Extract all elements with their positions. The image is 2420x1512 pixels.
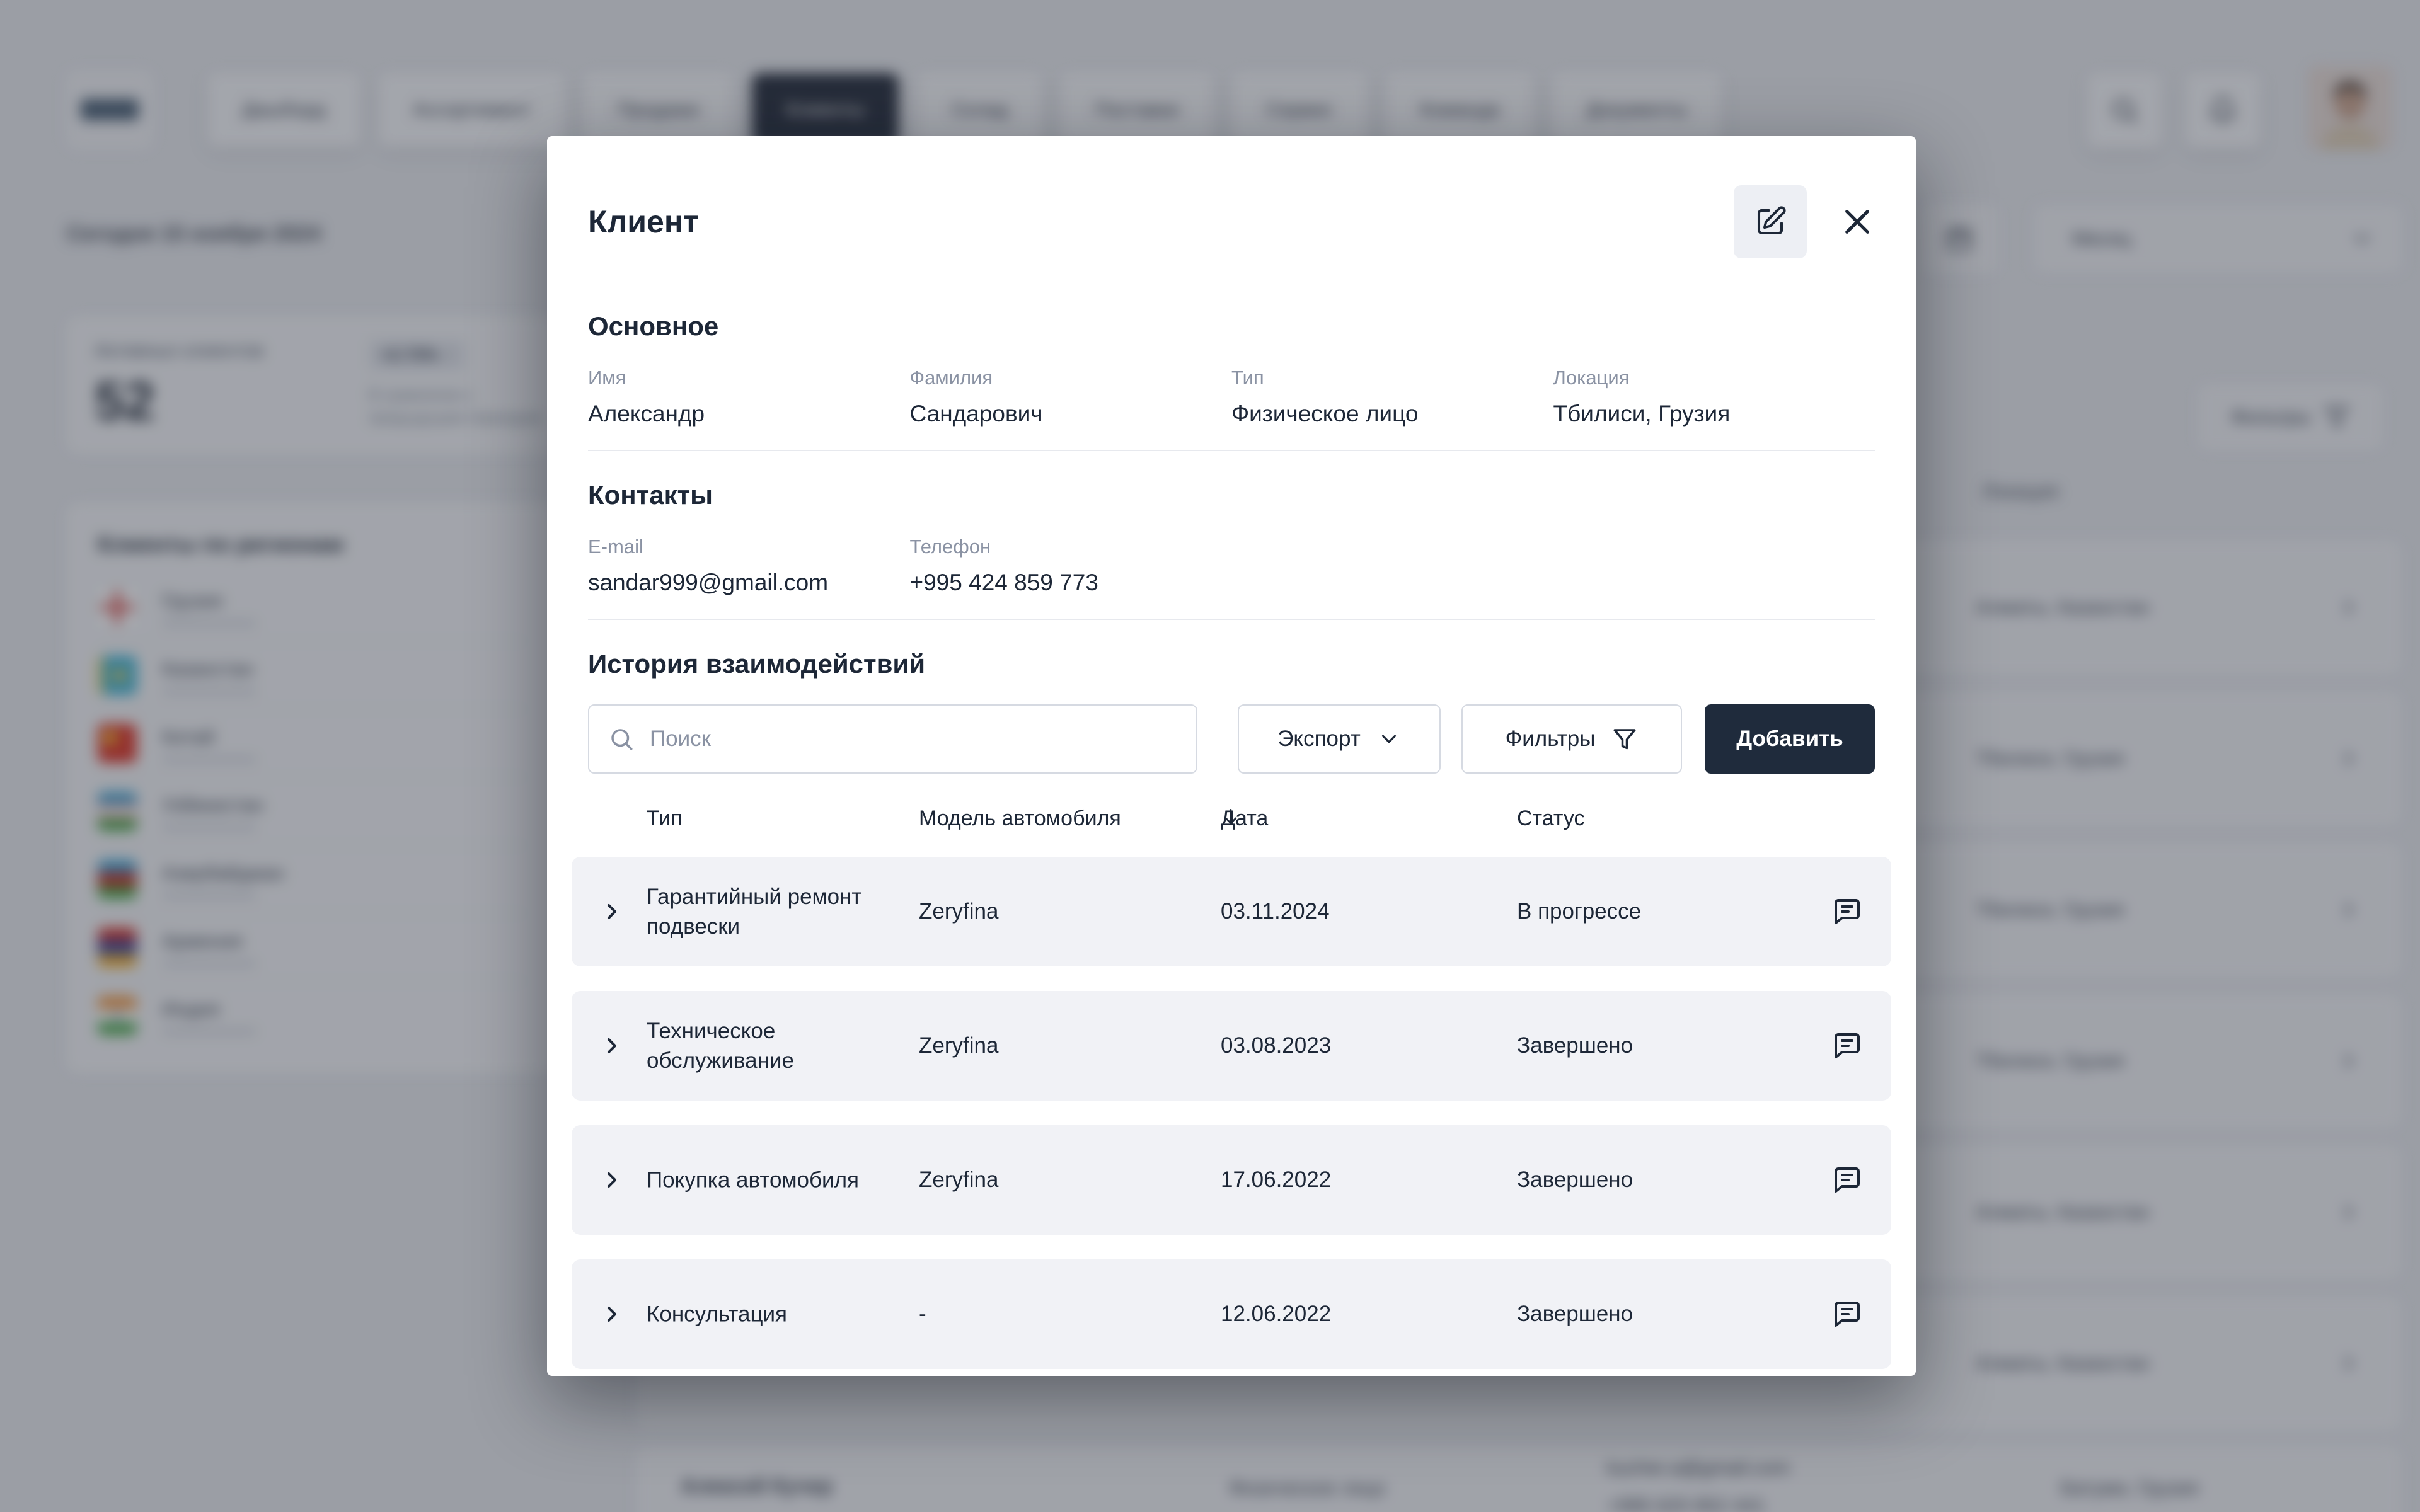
history-date-cell: 12.06.2022 (1221, 1302, 1331, 1327)
app-screen: Дашборд Ассортимент Продажи Клиенты Скла… (0, 0, 2420, 1512)
comment-icon[interactable] (1832, 1165, 1862, 1195)
modal-title: Клиент (588, 203, 699, 240)
column-header-type: Тип (647, 806, 683, 831)
expand-row-icon[interactable] (599, 1033, 625, 1058)
sort-down-icon (1221, 806, 1241, 827)
client-modal: Клиент Основное Имя Александр Фамилия Са… (547, 136, 1916, 1376)
history-section-heading: История взаимодействий (588, 649, 1875, 679)
field-client-type: Тип Физическое лицо (1231, 367, 1553, 427)
history-type-cell: Покупка автомобиля (647, 1165, 886, 1194)
main-section-heading: Основное (588, 311, 1875, 341)
contact-fields: E-mail sandar999@gmail.com Телефон +995 … (588, 536, 1875, 596)
edit-icon (1753, 205, 1787, 239)
funnel-icon (1611, 726, 1638, 752)
field-location: Локация Тбилиси, Грузия (1553, 367, 1876, 427)
history-status-cell: Завершено (1517, 1167, 1633, 1193)
history-date-cell: 03.11.2024 (1221, 899, 1330, 924)
history-status-cell: В прогрессе (1517, 899, 1641, 924)
history-search-input[interactable] (648, 726, 1177, 752)
field-phone: Телефон +995 424 859 773 (910, 536, 1232, 596)
history-filters-button[interactable]: Фильтры (1461, 704, 1682, 774)
history-row[interactable]: Консультация - 12.06.2022 Завершено (572, 1259, 1891, 1369)
history-type-cell: Гарантийный ремонт подвески (647, 882, 886, 942)
close-modal-button[interactable] (1840, 204, 1875, 239)
main-fields: Имя Александр Фамилия Сандарович Тип Физ… (588, 367, 1875, 427)
history-type-cell: Техническое обслуживание (647, 1016, 886, 1076)
history-model-cell: Zeryfina (919, 899, 998, 924)
comment-icon[interactable] (1832, 1031, 1862, 1061)
history-type-cell: Консультация (647, 1299, 886, 1329)
export-button[interactable]: Экспорт (1238, 704, 1441, 774)
edit-client-button[interactable] (1734, 185, 1807, 258)
history-table-header: Тип Модель автомобиля Дата Статус (572, 806, 1891, 833)
expand-row-icon[interactable] (599, 1167, 625, 1193)
history-model-cell: Zeryfina (919, 1033, 998, 1058)
contacts-section-heading: Контакты (588, 480, 1875, 510)
search-icon (608, 726, 635, 752)
comment-icon[interactable] (1832, 896, 1862, 927)
history-status-cell: Завершено (1517, 1302, 1633, 1327)
close-icon (1840, 204, 1875, 239)
expand-row-icon[interactable] (599, 1302, 625, 1327)
field-last-name: Фамилия Сандарович (910, 367, 1232, 427)
add-interaction-button[interactable]: Добавить (1705, 704, 1875, 774)
history-model-cell: - (919, 1302, 926, 1327)
history-date-cell: 03.08.2023 (1221, 1033, 1331, 1058)
modal-header: Клиент (588, 185, 1875, 258)
history-status-cell: Завершено (1517, 1033, 1633, 1058)
history-row[interactable]: Техническое обслуживание Zeryfina 03.08.… (572, 991, 1891, 1101)
history-row[interactable]: Гарантийный ремонт подвески Zeryfina 03.… (572, 857, 1891, 966)
column-header-model: Модель автомобиля (919, 806, 1121, 831)
history-row[interactable]: Покупка автомобиля Zeryfina 17.06.2022 З… (572, 1125, 1891, 1235)
chevron-down-icon (1377, 727, 1401, 751)
section-divider (588, 450, 1875, 451)
section-divider (588, 619, 1875, 620)
history-model-cell: Zeryfina (919, 1167, 998, 1193)
field-first-name: Имя Александр (588, 367, 910, 427)
expand-row-icon[interactable] (599, 899, 625, 924)
history-search-box[interactable] (588, 704, 1197, 774)
history-toolbar: Экспорт Фильтры Добавить (588, 704, 1875, 774)
comment-icon[interactable] (1832, 1299, 1862, 1329)
history-date-cell: 17.06.2022 (1221, 1167, 1331, 1193)
field-email: E-mail sandar999@gmail.com (588, 536, 910, 596)
column-header-status: Статус (1517, 806, 1584, 831)
